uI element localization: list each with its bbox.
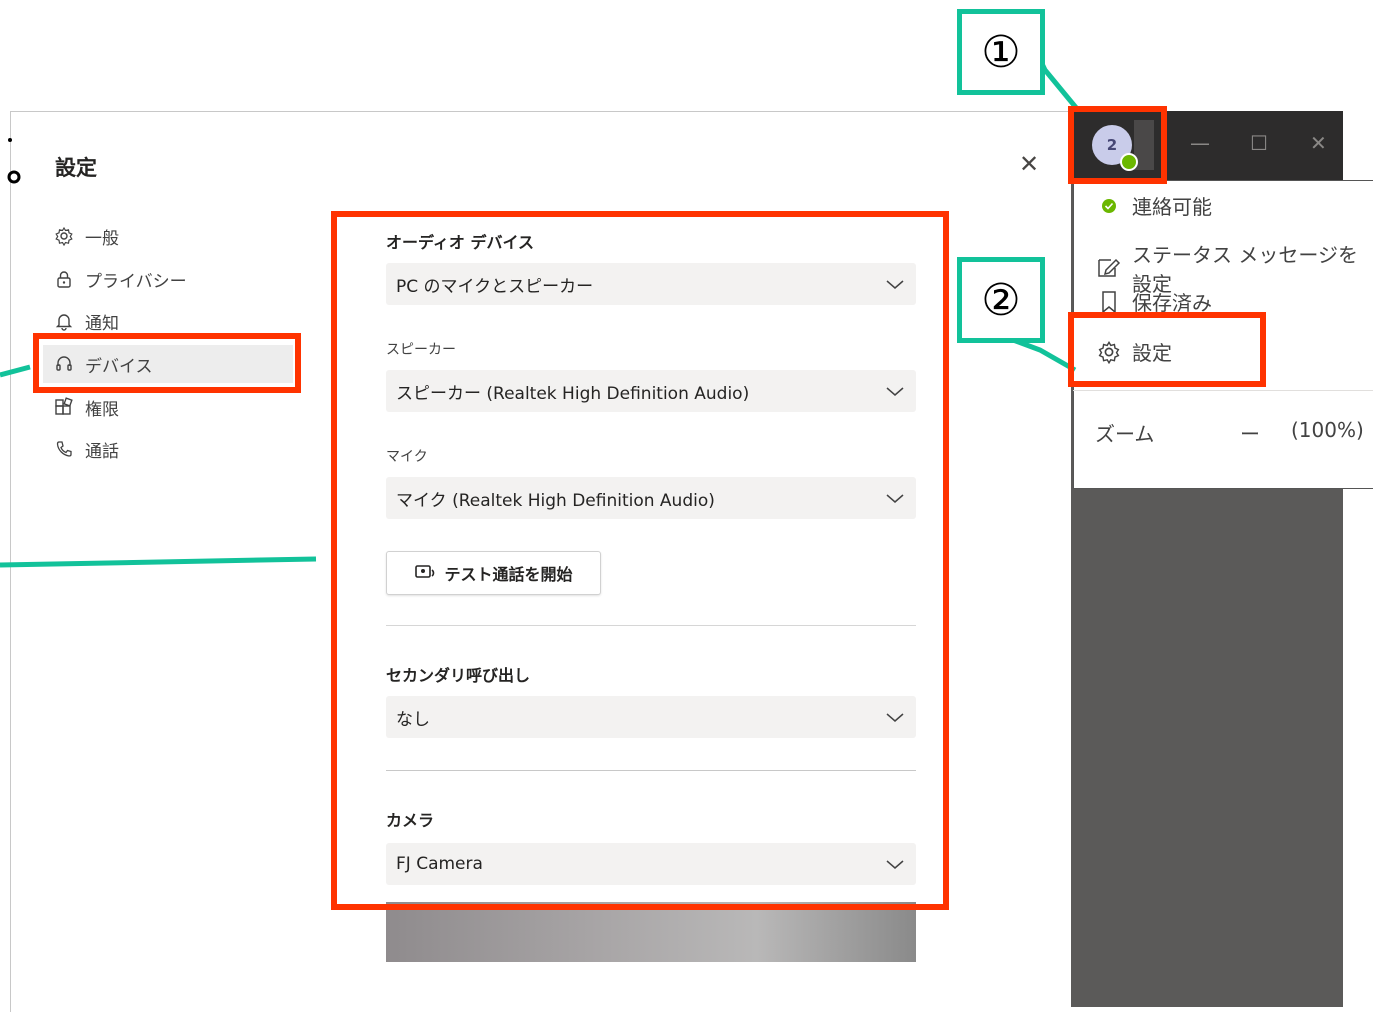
connector-nav: [0, 364, 31, 378]
connector-content: [0, 556, 317, 568]
highlight-devices-nav: [33, 333, 301, 393]
step2-label: ②: [957, 257, 1045, 343]
highlight-settings-menu: [1068, 312, 1266, 387]
annotation-dot: [8, 138, 12, 142]
annotation-dot: [7, 170, 21, 184]
highlight-device-settings: [331, 211, 949, 910]
step1-label: ①: [957, 9, 1045, 95]
highlight-avatar: [1068, 106, 1167, 184]
